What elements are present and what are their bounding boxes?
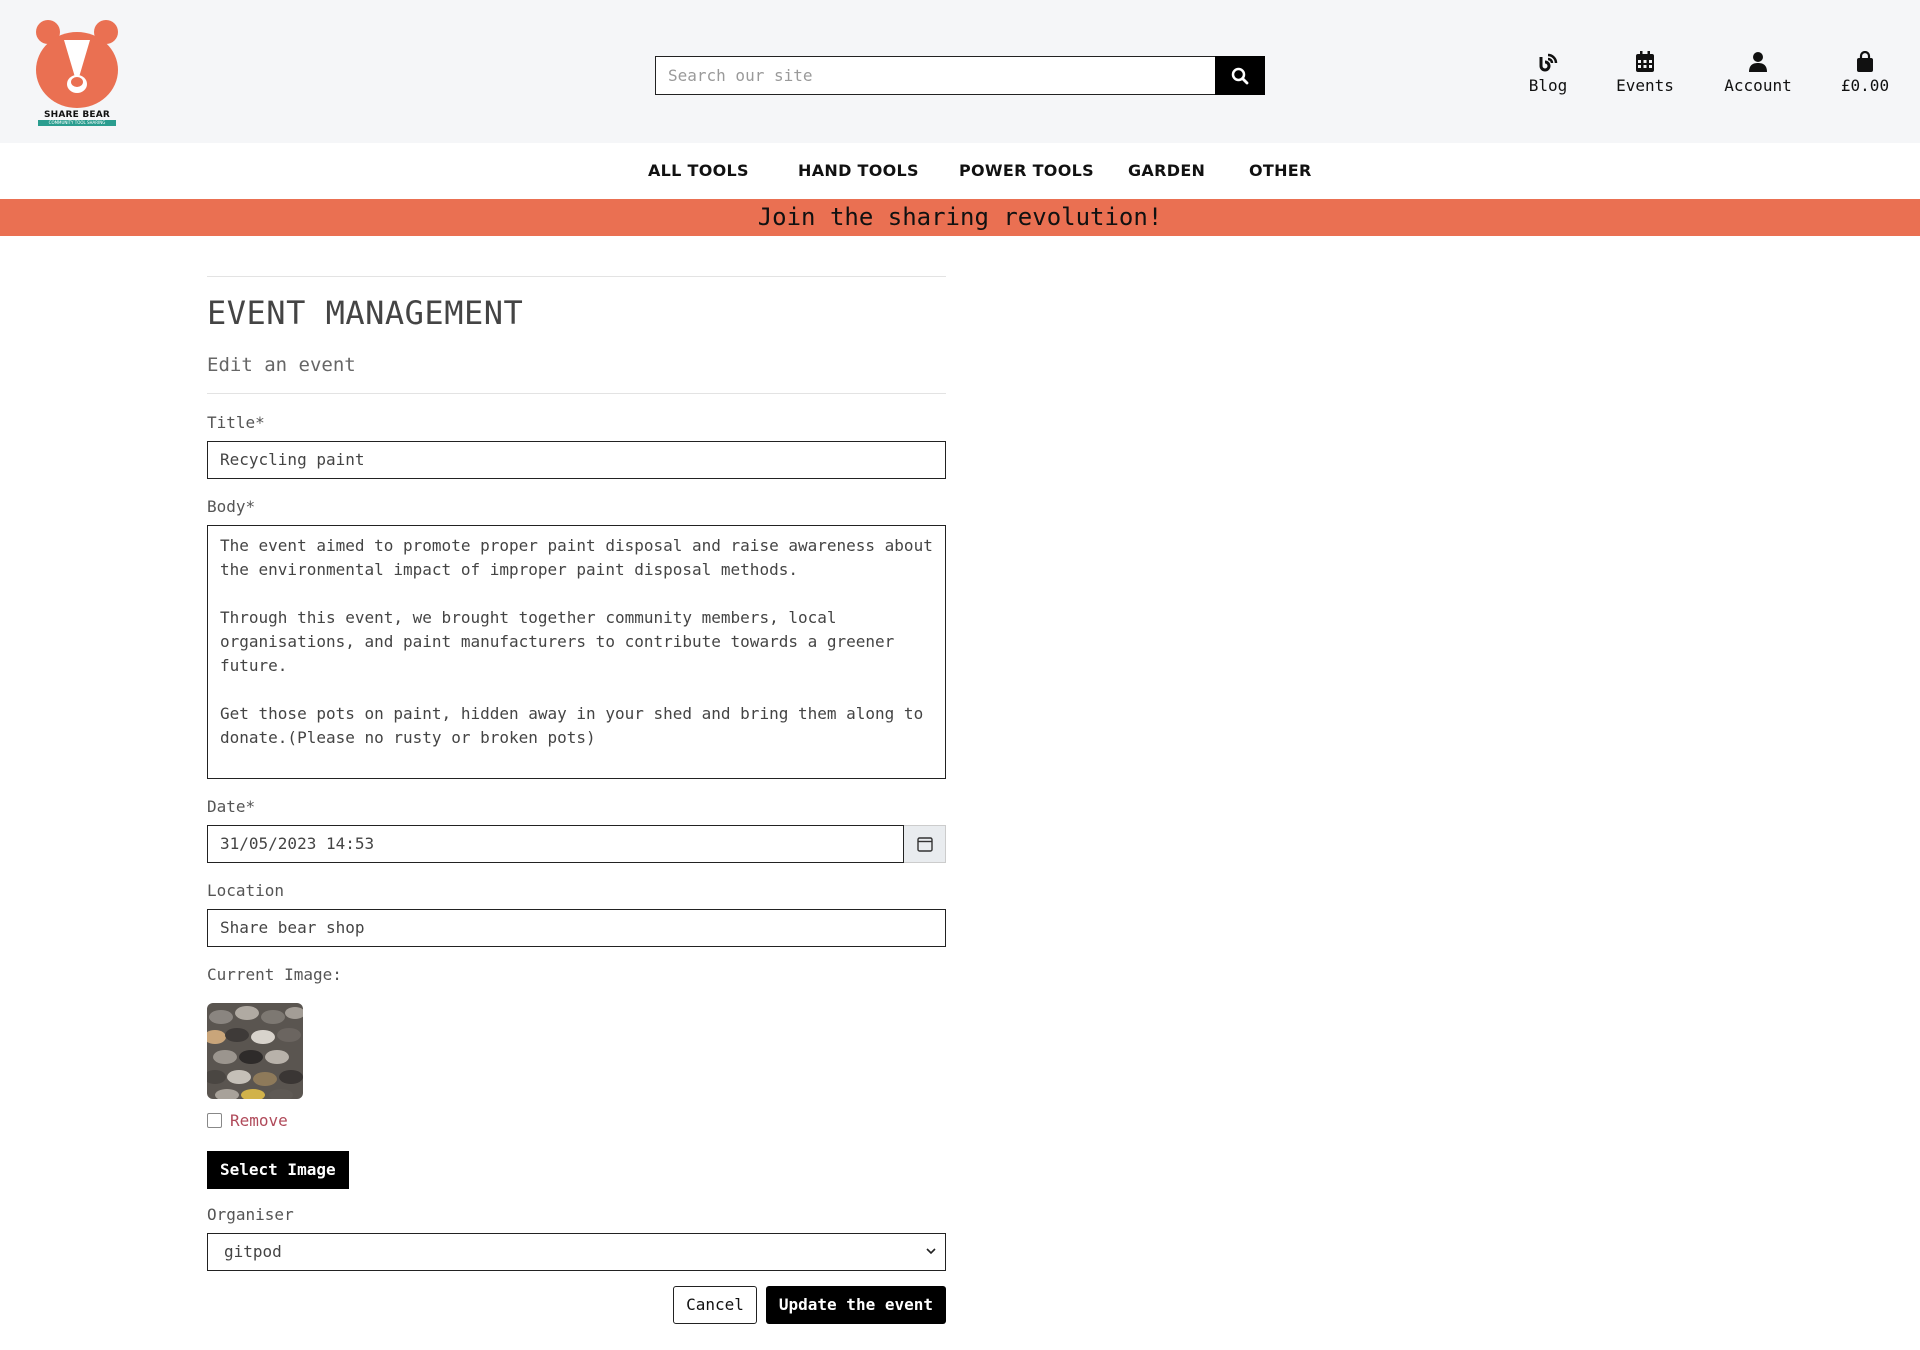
remove-image-checkbox[interactable] (207, 1113, 222, 1128)
nav-all-tools[interactable]: ALL TOOLS (648, 161, 749, 180)
location-input[interactable]: Share bear shop (207, 909, 946, 947)
search-icon (1231, 67, 1249, 84)
user-icon (1749, 52, 1767, 72)
page-subtitle: Edit an event (207, 354, 356, 376)
date-label: Date* (207, 797, 256, 816)
events-label: Events (1616, 76, 1674, 95)
select-image-button[interactable]: Select Image (207, 1151, 349, 1189)
calendar-button[interactable] (904, 825, 946, 863)
calendar-icon (1636, 51, 1654, 72)
location-label: Location (207, 881, 285, 900)
basket-link[interactable]: £0.00 (1820, 50, 1910, 95)
current-image-thumbnail[interactable] (207, 1003, 303, 1099)
search-input[interactable] (655, 56, 1215, 95)
events-link[interactable]: Events (1600, 50, 1690, 95)
date-picker: 31/05/2023 14:53 (207, 825, 946, 863)
date-input[interactable]: 31/05/2023 14:53 (207, 825, 904, 863)
update-event-button[interactable]: Update the event (765, 1286, 946, 1324)
basket-total: £0.00 (1840, 76, 1890, 95)
bear-logo-icon (36, 20, 118, 108)
category-nav: ALL TOOLS HAND TOOLS POWER TOOLS GARDEN … (0, 143, 1920, 199)
promo-banner: Join the sharing revolution! (0, 199, 1920, 236)
body-textarea[interactable]: The event aimed to promote proper paint … (207, 525, 946, 779)
organiser-label: Organiser (207, 1205, 294, 1224)
cancel-button[interactable]: Cancel (673, 1286, 757, 1324)
logo-wordmark: SHARE BEAR (43, 110, 111, 120)
organiser-selected-value: gitpod (224, 1242, 282, 1261)
nav-hand-tools[interactable]: HAND TOOLS (798, 161, 919, 180)
remove-image-label[interactable]: Remove (230, 1111, 288, 1130)
blog-label: Blog (1528, 76, 1568, 95)
chevron-down-icon (926, 1248, 936, 1255)
shopping-bag-icon (1857, 51, 1873, 72)
nav-garden[interactable]: GARDEN (1128, 161, 1205, 180)
title-input[interactable]: Recycling paint (207, 441, 946, 479)
divider (207, 393, 946, 394)
form-actions: Cancel Update the event (207, 1286, 946, 1324)
account-link[interactable]: Account (1713, 50, 1803, 95)
account-label: Account (1724, 76, 1792, 95)
remove-image-row: Remove (207, 1111, 946, 1130)
title-label: Title* (207, 413, 265, 432)
event-edit-form: EVENT MANAGEMENT Edit an event Title* Re… (207, 276, 946, 1324)
current-image-label: Current Image: (207, 965, 342, 984)
divider (207, 276, 946, 277)
logo-tagline: COMMUNITY TOOL SHARING (38, 120, 116, 126)
body-label: Body* (207, 497, 256, 516)
share-bear-logo[interactable]: SHARE BEAR COMMUNITY TOOL SHARING (34, 18, 120, 128)
calendar-icon (916, 837, 933, 852)
blog-link[interactable]: Blog (1503, 50, 1593, 95)
site-header: SHARE BEAR COMMUNITY TOOL SHARING Blog (0, 0, 1920, 143)
nav-other[interactable]: OTHER (1249, 161, 1312, 180)
page-title: EVENT MANAGEMENT (207, 294, 524, 332)
blog-icon (1539, 53, 1558, 72)
search-bar (655, 56, 1265, 95)
nav-power-tools[interactable]: POWER TOOLS (959, 161, 1094, 180)
paint-cans-image (207, 1003, 303, 1099)
search-button[interactable] (1215, 56, 1265, 95)
organiser-select[interactable]: gitpod (207, 1233, 946, 1271)
